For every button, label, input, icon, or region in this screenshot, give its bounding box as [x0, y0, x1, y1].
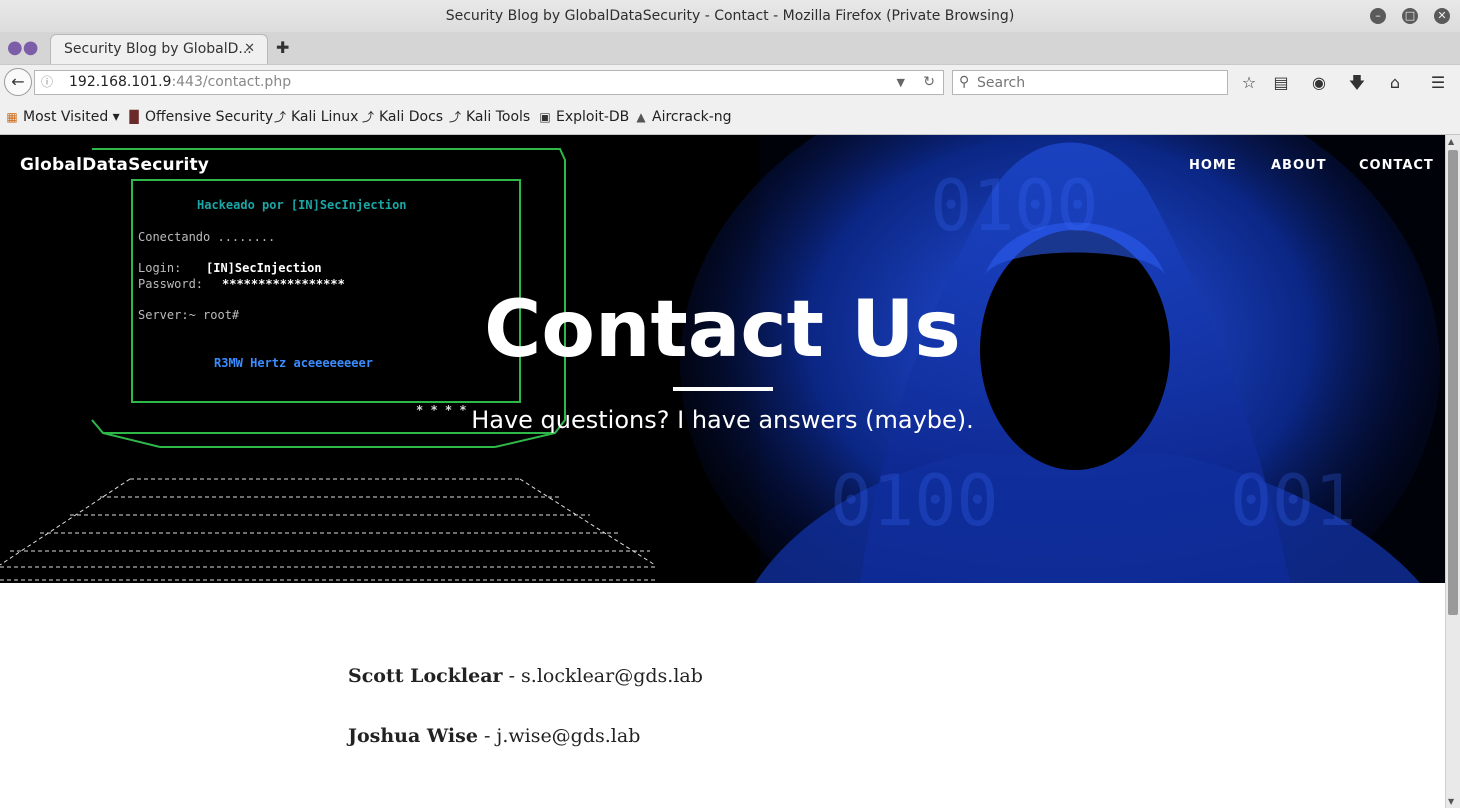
hero-header: 0100 0100 001 Hackeado por [IN]SecInject…: [0, 135, 1445, 583]
back-arrow-icon[interactable]: ←: [4, 68, 32, 96]
nav-home-link[interactable]: HOME: [1189, 158, 1237, 173]
scrollbar-thumb[interactable]: [1448, 150, 1458, 615]
url-path: :443/contact.php: [171, 74, 292, 90]
url-bar[interactable]: ⓘ 192.168.101.9:443/contact.php ▼ ↻: [34, 70, 944, 95]
close-window-icon[interactable]: ✕: [1434, 8, 1450, 24]
bookmark-label: Kali Linux: [291, 109, 359, 125]
page-title: Contact Us: [484, 285, 961, 375]
aircrack-icon: ▲: [636, 110, 646, 124]
tab-security-blog[interactable]: Security Blog by GlobalD... ✕: [50, 34, 268, 64]
contact-item: Scott Locklear - s.locklear@gds.lab: [348, 665, 703, 687]
bookmark-label: Kali Docs: [379, 109, 444, 125]
search-bar[interactable]: ⚲: [952, 70, 1228, 95]
tab-label: Security Blog by GlobalD...: [64, 41, 252, 57]
nav-contact-link[interactable]: CONTACT: [1359, 158, 1434, 173]
maximize-icon[interactable]: □: [1402, 8, 1418, 24]
svg-text:0100: 0100: [830, 460, 999, 542]
bookmark-kali-linux[interactable]: ⤴ Kali Linux: [273, 108, 358, 126]
tab-strip: ●● Security Blog by GlobalD... ✕ ✚: [0, 32, 1460, 64]
contact-item: Joshua Wise - j.wise@gds.lab: [348, 725, 640, 747]
most-visited-icon: ▦: [6, 110, 18, 124]
bookmark-exploit-db[interactable]: ▣ Exploit-DB: [538, 108, 629, 126]
url-host: 192.168.101.9: [69, 74, 172, 90]
bookmark-offensive-security[interactable]: █ Offensive Security: [127, 108, 273, 126]
terminal-login-label: Login:: [138, 261, 182, 275]
kali-icon: ⤴: [273, 110, 286, 124]
url-dropdown-icon[interactable]: ▼: [897, 71, 905, 94]
kali-icon: ⤴: [448, 110, 461, 124]
bookmark-label: Most Visited ▾: [23, 109, 120, 125]
kali-icon: ⤴: [361, 110, 374, 124]
page-subtitle: Have questions? I have answers (maybe).: [471, 406, 974, 434]
page-viewport: 0100 0100 001 Hackeado por [IN]SecInject…: [0, 135, 1445, 808]
bookmark-star-icon[interactable]: ☆: [1238, 72, 1260, 94]
close-tab-icon[interactable]: ✕: [244, 35, 255, 63]
bookmark-kali-docs[interactable]: ⤴ Kali Docs: [361, 108, 443, 126]
terminal-line-hacked-by: Hackeado por [IN]SecInjection: [197, 198, 407, 212]
private-browsing-mask-icon: ●●: [7, 37, 39, 58]
url-text: 192.168.101.9:443/contact.php: [69, 71, 291, 94]
search-input[interactable]: [975, 73, 1219, 93]
svg-text:001: 001: [1230, 460, 1356, 542]
bookmarks-toolbar: ▦ Most Visited ▾ █ Offensive Security ⤴ Kal…: [0, 100, 1460, 135]
bookmark-label: Aircrack-ng: [652, 109, 732, 125]
nav-about-link[interactable]: ABOUT: [1271, 158, 1326, 173]
window-title: Security Blog by GlobalDataSecurity - Co…: [445, 8, 1015, 24]
reload-icon[interactable]: ↻: [923, 71, 935, 94]
contact-email: s.locklear@gds.lab: [521, 665, 703, 687]
download-icon[interactable]: 🡇: [1346, 72, 1368, 94]
scroll-up-arrow-icon[interactable]: ▲: [1448, 137, 1454, 146]
site-brand-link[interactable]: GlobalDataSecurity: [20, 155, 209, 175]
bookmark-kali-tools[interactable]: ⤴ Kali Tools: [448, 108, 530, 126]
menu-hamburger-icon[interactable]: ☰: [1427, 72, 1449, 94]
contact-name: Scott Locklear: [348, 665, 503, 687]
nav-toolbar: ← ⓘ 192.168.101.9:443/contact.php ▼ ↻ ⚲ …: [0, 64, 1460, 101]
site-info-icon[interactable]: ⓘ: [41, 71, 53, 94]
scroll-down-arrow-icon[interactable]: ▼: [1448, 797, 1454, 806]
terminal-line-connecting: Conectando ........: [138, 230, 276, 244]
search-icon: ⚲: [959, 74, 970, 90]
page-scrollbar[interactable]: ▲ ▼: [1445, 135, 1460, 808]
exploitdb-icon: ▣: [539, 110, 551, 124]
contact-email: j.wise@gds.lab: [496, 725, 641, 747]
bookmark-label: Offensive Security: [145, 109, 274, 125]
bookmark-label: Exploit-DB: [556, 109, 630, 125]
offsec-icon: █: [129, 110, 139, 124]
svg-text:0100: 0100: [930, 165, 1099, 247]
home-icon[interactable]: ⌂: [1384, 72, 1406, 94]
contact-separator: -: [477, 725, 497, 747]
window-titlebar: Security Blog by GlobalDataSecurity - Co…: [0, 0, 1460, 32]
contact-separator: -: [502, 665, 522, 687]
minimize-icon[interactable]: –: [1370, 8, 1386, 24]
pocket-icon[interactable]: ◉: [1308, 72, 1330, 94]
title-divider: [673, 387, 773, 391]
reading-list-icon[interactable]: ▤: [1270, 72, 1292, 94]
contact-name: Joshua Wise: [348, 725, 478, 747]
bookmark-aircrack-ng[interactable]: ▲ Aircrack-ng: [634, 108, 732, 126]
new-tab-icon[interactable]: ✚: [276, 38, 289, 58]
bookmark-label: Kali Tools: [466, 109, 531, 125]
terminal-login-value: [IN]SecInjection: [206, 261, 322, 275]
bookmark-most-visited[interactable]: ▦ Most Visited ▾: [5, 108, 120, 126]
